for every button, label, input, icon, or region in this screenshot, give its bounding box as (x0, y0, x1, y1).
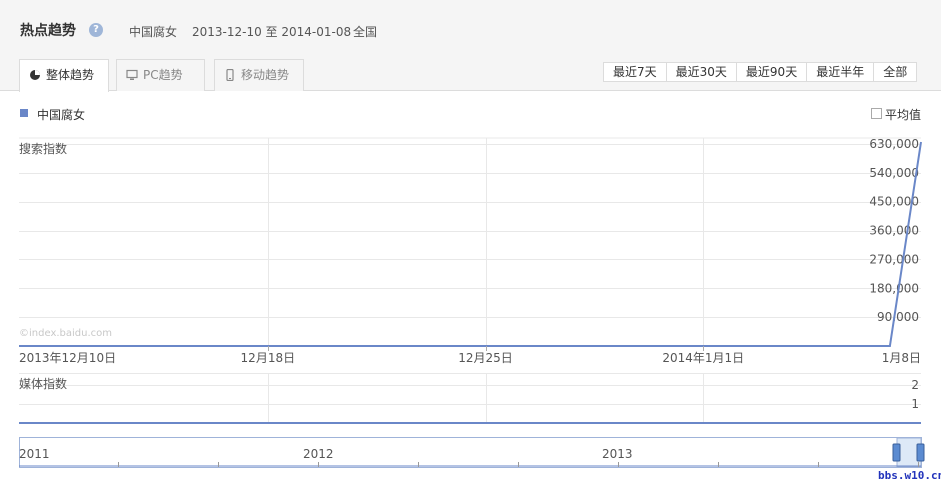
navigator-year-label: 2011 (19, 447, 50, 461)
media-grid (19, 373, 921, 423)
trend-chart: 搜索指数 ©index.baidu.com 630,000540,000450,… (19, 137, 925, 468)
y-tick-label: 90,000 (877, 310, 919, 324)
navigator-handle (892, 443, 901, 462)
site-watermark: bbs.w10.cn (878, 469, 941, 482)
date-axis: 2013年12月10日 12月18日 12月25日 2014年1月1日 1月8日 (19, 346, 921, 365)
navigator-handle (916, 443, 925, 462)
series-line (19, 141, 922, 347)
y-tick-label: 180,000 (869, 281, 919, 295)
search-series (19, 141, 922, 347)
x-tick-label: 2013年12月10日 (19, 351, 116, 365)
time-navigator[interactable]: 2011 2012 2013 (19, 437, 925, 468)
navigator-year-label: 2012 (303, 447, 334, 461)
y-tick-label: 1 (911, 397, 919, 411)
chart-watermark: ©index.baidu.com (19, 328, 112, 339)
y-tick-label: 2 (911, 378, 919, 392)
y-tick-label: 540,000 (869, 166, 919, 180)
search-grid (19, 137, 921, 346)
media-index-label: 媒体指数 (19, 376, 67, 391)
navigator-year-label: 2013 (602, 447, 633, 461)
y-tick-label: 270,000 (869, 252, 919, 266)
media-y-ticks: 21 (911, 378, 919, 411)
x-tick-label: 12月18日 (241, 351, 296, 365)
y-tick-label: 630,000 (869, 137, 919, 151)
x-tick-label: 12月25日 (458, 351, 513, 365)
y-tick-label: 360,000 (869, 224, 919, 238)
x-tick-label: 1月8日 (882, 351, 921, 365)
navigator-frame (19, 437, 922, 468)
search-y-ticks: 630,000540,000450,000360,000270,000180,0… (869, 137, 919, 324)
x-tick-label: 2014年1月1日 (662, 351, 744, 365)
search-index-label: 搜索指数 (19, 141, 67, 156)
